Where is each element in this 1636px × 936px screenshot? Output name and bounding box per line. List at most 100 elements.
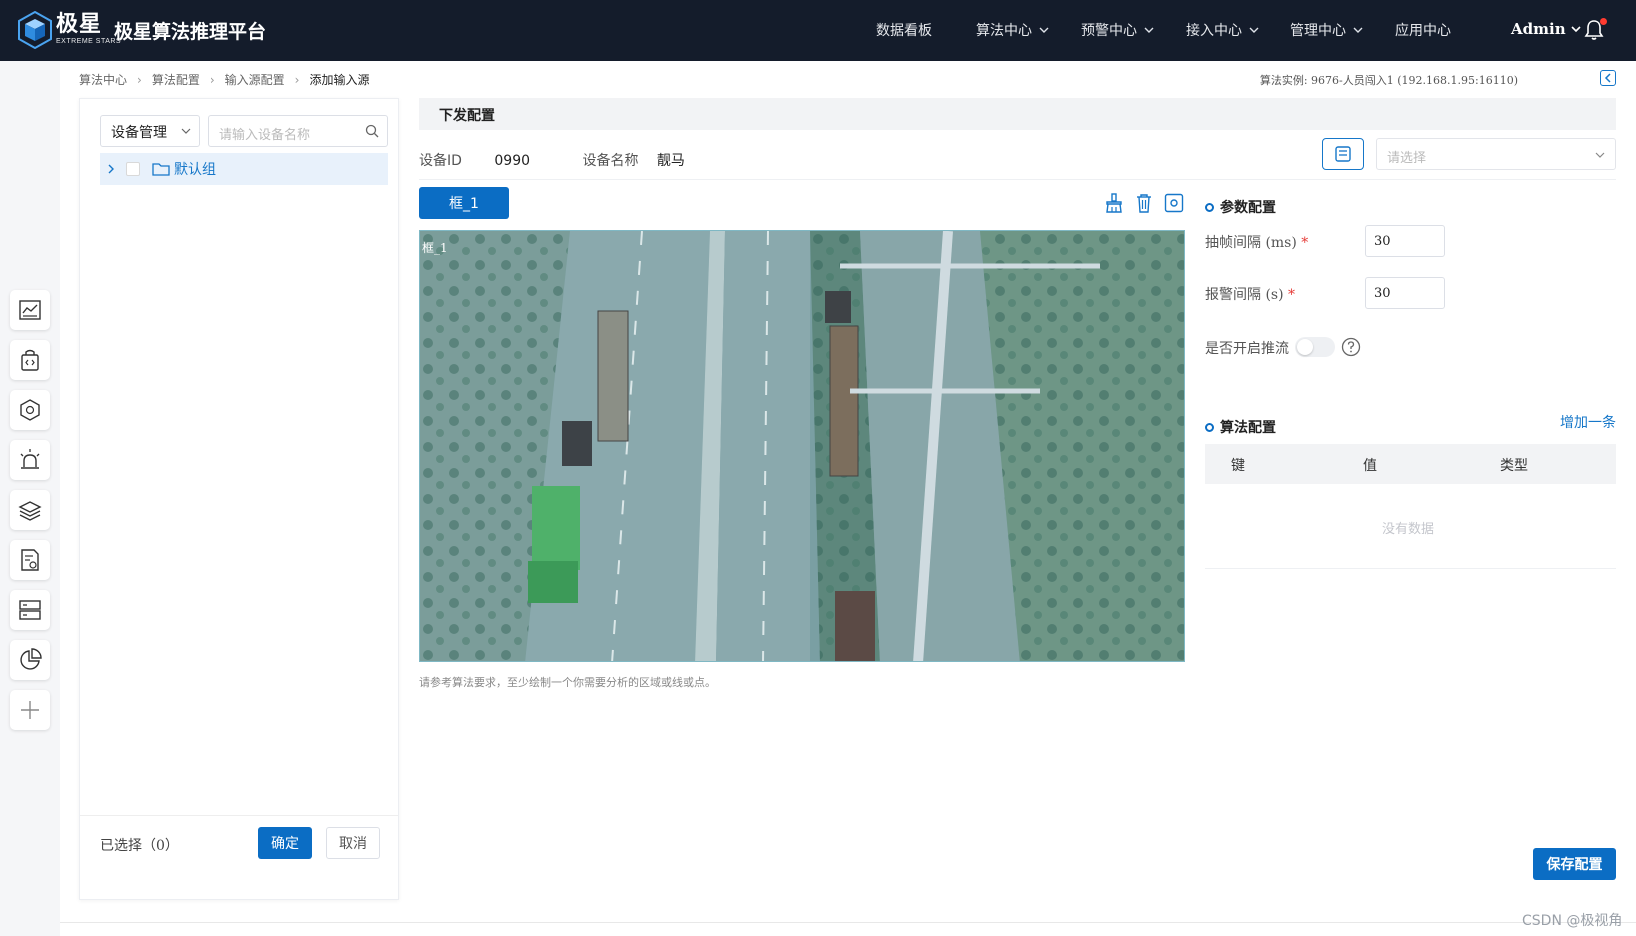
dispatch-config-header: 下发配置	[419, 98, 1616, 130]
algorithm-instance-text: 算法实例: 9676-人员闯入1 (192.168.1.95:16110)	[1259, 74, 1518, 87]
brush-clear-icon[interactable]	[1104, 193, 1124, 213]
logo-cube-icon	[18, 11, 52, 49]
side-icon-rail	[0, 61, 60, 936]
brand-name-cn: 极星	[56, 12, 103, 37]
rail-statistics-button[interactable]	[10, 640, 50, 680]
nav-access-center[interactable]: 接入中心	[1186, 20, 1260, 40]
nav-algorithm-center[interactable]: 算法中心	[976, 20, 1050, 40]
frame-interval-label-text: 抽帧间隔 (ms)	[1205, 235, 1297, 251]
algo-config-label: 算法配置	[1220, 420, 1276, 436]
chevron-right-icon[interactable]	[106, 164, 116, 174]
alarm-interval-input[interactable]: 30	[1365, 277, 1445, 309]
stream-label: 是否开启推流	[1205, 341, 1289, 357]
nav-management-center[interactable]: 管理中心	[1290, 20, 1364, 40]
capture-frame-icon[interactable]	[1164, 193, 1184, 213]
stream-toggle[interactable]	[1295, 337, 1335, 357]
plus-icon	[21, 701, 39, 719]
user-menu[interactable]: Admin	[1511, 20, 1582, 38]
device-info-row: 设备ID 0990 设备名称 靓马	[419, 150, 685, 170]
nav-label: 应用中心	[1395, 23, 1451, 39]
server-icon	[19, 600, 41, 620]
device-name-label: 设备名称	[582, 153, 639, 169]
param-config-label: 参数配置	[1220, 200, 1276, 216]
rail-server-button[interactable]	[10, 590, 50, 630]
algo-table-header: 键 值 类型	[1205, 444, 1616, 484]
top-header: 极星 EXTREME STARS 极星算法推理平台 数据看板 算法中心 预警中心…	[0, 0, 1636, 61]
rail-add-button[interactable]	[10, 690, 50, 730]
collapse-panel-button[interactable]	[1600, 70, 1616, 86]
nav-label: 预警中心	[1081, 23, 1137, 39]
brand: 极星 EXTREME STARS	[56, 12, 122, 46]
nav-app-center[interactable]: 应用中心	[1395, 20, 1451, 40]
alarm-interval-label-text: 报警间隔 (s)	[1205, 287, 1284, 303]
table-bottom-divider	[1205, 568, 1616, 569]
save-config-button[interactable]: 保存配置	[1533, 848, 1616, 880]
device-search-input[interactable]: 请输入设备名称	[208, 115, 388, 147]
device-panel: 设备管理 请输入设备名称 默认组 已选择（0） 确定 取消	[79, 98, 399, 900]
device-name-value: 靓马	[656, 153, 685, 169]
tree-checkbox[interactable]	[126, 162, 140, 176]
alarm-interval-label: 报警间隔 (s) *	[1205, 284, 1295, 304]
tree-item-label: 默认组	[174, 162, 216, 178]
nav-label: 管理中心	[1290, 23, 1346, 39]
breadcrumb-item-algorithm-config[interactable]: 算法配置	[152, 71, 200, 88]
rail-dashboard-button[interactable]	[10, 290, 50, 330]
panel-footer-divider	[80, 815, 398, 816]
breadcrumb-item-input-config[interactable]: 输入源配置	[225, 71, 285, 88]
device-type-value: 设备管理	[111, 125, 167, 141]
rail-model-button[interactable]	[10, 390, 50, 430]
template-select[interactable]: 请选择	[1376, 138, 1616, 170]
breadcrumb-item-algorithm-center[interactable]: 算法中心	[79, 71, 127, 88]
frame-interval-label: 抽帧间隔 (ms) *	[1205, 232, 1308, 252]
trash-icon[interactable]	[1134, 193, 1154, 213]
breadcrumb-separator: ›	[137, 72, 142, 87]
save-icon	[1335, 146, 1351, 162]
rail-alarm-button[interactable]	[10, 440, 50, 480]
nav-alert-center[interactable]: 预警中心	[1081, 20, 1155, 40]
save-template-button[interactable]	[1322, 138, 1364, 170]
section-title: 下发配置	[439, 108, 495, 124]
rail-doc-settings-button[interactable]	[10, 540, 50, 580]
table-empty-text: 没有数据	[1382, 522, 1435, 537]
watermark: CSDN @极视角	[1522, 913, 1623, 929]
road-scene-image	[420, 231, 1184, 661]
nav-dashboard[interactable]: 数据看板	[876, 20, 932, 40]
rail-algorithm-button[interactable]	[10, 340, 50, 380]
alarm-light-icon	[20, 449, 40, 469]
tab-frame-1[interactable]: 框_1	[419, 187, 509, 219]
chevron-down-icon	[1595, 152, 1605, 158]
column-type: 类型	[1500, 458, 1528, 474]
notification-dot	[1600, 18, 1607, 25]
breadcrumb-item-current: 添加输入源	[309, 73, 370, 87]
chevron-down-icon	[1353, 27, 1363, 33]
select-placeholder: 请选择	[1387, 151, 1427, 166]
rail-layers-button[interactable]	[10, 490, 50, 530]
param-config-title: 参数配置	[1205, 197, 1276, 217]
chevron-down-icon	[181, 128, 191, 134]
pie-chart-icon	[20, 648, 42, 670]
algo-config-title: 算法配置	[1205, 417, 1276, 437]
device-type-select[interactable]: 设备管理	[100, 115, 200, 147]
device-id-value: 0990	[494, 153, 531, 169]
nav-label: 接入中心	[1186, 23, 1242, 39]
column-value: 值	[1363, 458, 1377, 474]
code-bag-icon	[21, 349, 39, 371]
model-cube-icon	[20, 399, 40, 421]
required-mark: *	[1301, 235, 1309, 251]
add-row-link[interactable]: 增加一条	[1560, 412, 1616, 432]
tree-item-default-group[interactable]: 默认组	[100, 153, 388, 185]
drawing-canvas[interactable]: 框_1	[419, 230, 1185, 662]
brand-name-en: EXTREME STARS	[56, 38, 122, 45]
document-settings-icon	[21, 549, 39, 571]
cancel-button[interactable]: 取消	[326, 827, 380, 859]
chevron-down-icon	[1249, 27, 1259, 33]
folder-icon	[152, 163, 170, 176]
breadcrumb-separator: ›	[294, 72, 300, 87]
frame-interval-input[interactable]: 30	[1365, 225, 1445, 257]
chevron-down-icon	[1039, 27, 1049, 33]
breadcrumb: 算法中心 › 算法配置 › 输入源配置 › 添加输入源	[79, 71, 370, 88]
help-icon[interactable]	[1341, 337, 1361, 357]
search-placeholder: 请输入设备名称	[219, 128, 311, 143]
confirm-button[interactable]: 确定	[258, 827, 312, 859]
search-icon[interactable]	[365, 124, 379, 138]
